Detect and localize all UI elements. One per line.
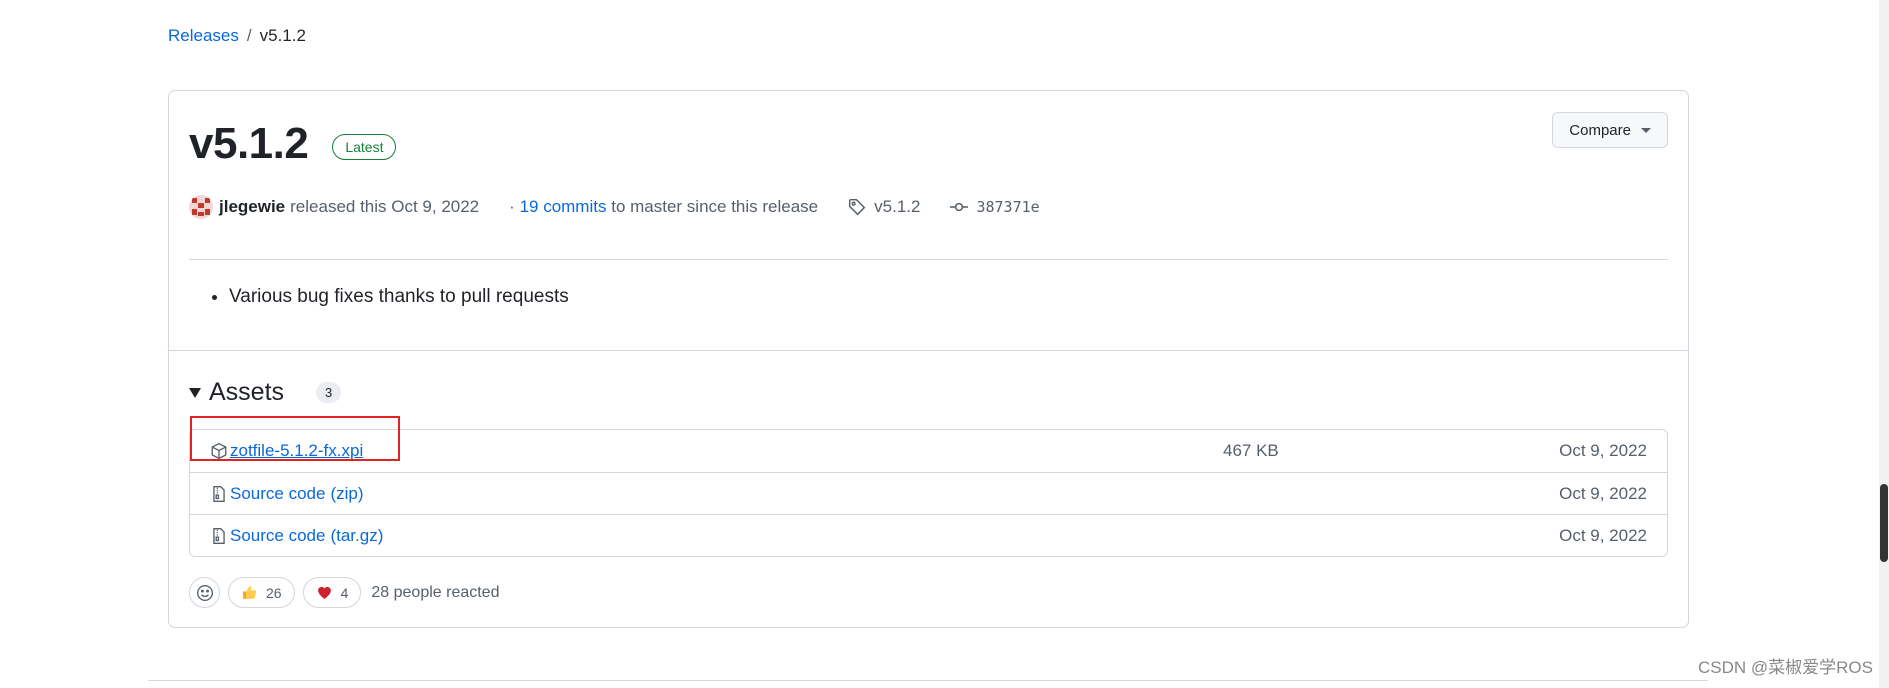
git-commit-icon xyxy=(950,202,969,212)
section-divider xyxy=(169,350,1688,351)
tag-icon xyxy=(849,198,866,216)
bottom-divider xyxy=(148,680,1708,681)
file-zip-icon xyxy=(213,527,225,544)
divider xyxy=(189,259,1668,260)
asset-size: 467 KB xyxy=(1223,441,1279,460)
avatar[interactable] xyxy=(189,195,213,219)
breadcrumb-releases-link[interactable]: Releases xyxy=(168,26,239,46)
commit-link[interactable]: 387371e xyxy=(950,198,1040,216)
compare-label: Compare xyxy=(1569,121,1631,139)
triangle-down-icon xyxy=(189,387,201,398)
asset-row: Source code (tar.gz) Oct 9, 2022 xyxy=(190,514,1667,556)
commit-sha: 387371e xyxy=(976,198,1040,216)
watermark: CSDN @菜椒爱学ROS xyxy=(1698,658,1873,677)
asset-row: zotfile-5.1.2-fx.xpi 467 KB Oct 9, 2022 xyxy=(190,430,1667,472)
file-zip-icon xyxy=(213,485,225,502)
caret-down-icon xyxy=(1641,127,1651,133)
asset-date: Oct 9, 2022 xyxy=(1559,525,1647,545)
released-text: released this Oct 9, 2022 xyxy=(290,197,480,216)
heart-count: 4 xyxy=(340,584,349,601)
commits-prefix: · xyxy=(509,197,515,216)
thumbs-up-reaction-button[interactable]: 26 xyxy=(228,577,295,608)
heart-icon xyxy=(317,586,331,599)
asset-link-xpi[interactable]: zotfile-5.1.2-fx.xpi xyxy=(230,441,363,461)
release-meta: jlegewie released this Oct 9, 2022 · 19 … xyxy=(189,195,1040,219)
commits-info: · 19 commits to master since this releas… xyxy=(509,197,818,217)
package-icon xyxy=(211,442,227,460)
compare-button[interactable]: Compare xyxy=(1552,112,1668,148)
release-title[interactable]: v5.1.2 xyxy=(189,119,309,169)
asset-date: Oct 9, 2022 xyxy=(1559,441,1647,460)
reactions-summary: 28 people reacted xyxy=(371,583,500,601)
heart-reaction-button[interactable]: 4 xyxy=(302,577,362,608)
breadcrumb: Releases / v5.1.2 xyxy=(168,26,306,46)
commits-suffix: to master since this release xyxy=(611,197,819,216)
assets-toggle[interactable]: Assets 3 xyxy=(189,378,342,407)
latest-badge: Latest xyxy=(332,134,397,160)
release-notes: Various bug fixes thanks to pull request… xyxy=(229,286,569,308)
assets-title: Assets xyxy=(209,378,285,406)
breadcrumb-separator: / xyxy=(246,26,252,45)
assets-count-badge: 3 xyxy=(316,382,342,403)
smiley-icon xyxy=(196,584,213,601)
reactions-bar: 26 4 28 people reacted xyxy=(189,577,499,608)
commits-link[interactable]: 19 commits xyxy=(520,197,607,216)
scrollbar[interactable] xyxy=(1879,0,1889,688)
asset-row: Source code (zip) Oct 9, 2022 xyxy=(190,472,1667,514)
thumbs-up-icon xyxy=(243,586,257,599)
release-title-row: v5.1.2 Latest xyxy=(189,119,397,169)
add-reaction-button[interactable] xyxy=(189,577,220,608)
asset-link-source-targz[interactable]: Source code xyxy=(230,526,325,546)
breadcrumb-current: v5.1.2 xyxy=(259,26,306,45)
tag-link[interactable]: v5.1.2 xyxy=(848,197,920,217)
scrollbar-thumb[interactable] xyxy=(1880,484,1888,562)
thumbs-up-count: 26 xyxy=(266,584,282,601)
author-link[interactable]: jlegewie xyxy=(219,197,285,217)
asset-format: (tar.gz) xyxy=(330,525,384,545)
asset-date: Oct 9, 2022 xyxy=(1559,483,1647,503)
asset-link-source-zip[interactable]: Source code xyxy=(230,484,325,504)
assets-list: zotfile-5.1.2-fx.xpi 467 KB Oct 9, 2022 … xyxy=(189,429,1668,557)
release-note-item: Various bug fixes thanks to pull request… xyxy=(229,286,569,308)
release-card: v5.1.2 Latest Compare jlegewie released … xyxy=(168,90,1689,628)
asset-format: (zip) xyxy=(330,483,364,503)
tag-name: v5.1.2 xyxy=(874,197,921,216)
